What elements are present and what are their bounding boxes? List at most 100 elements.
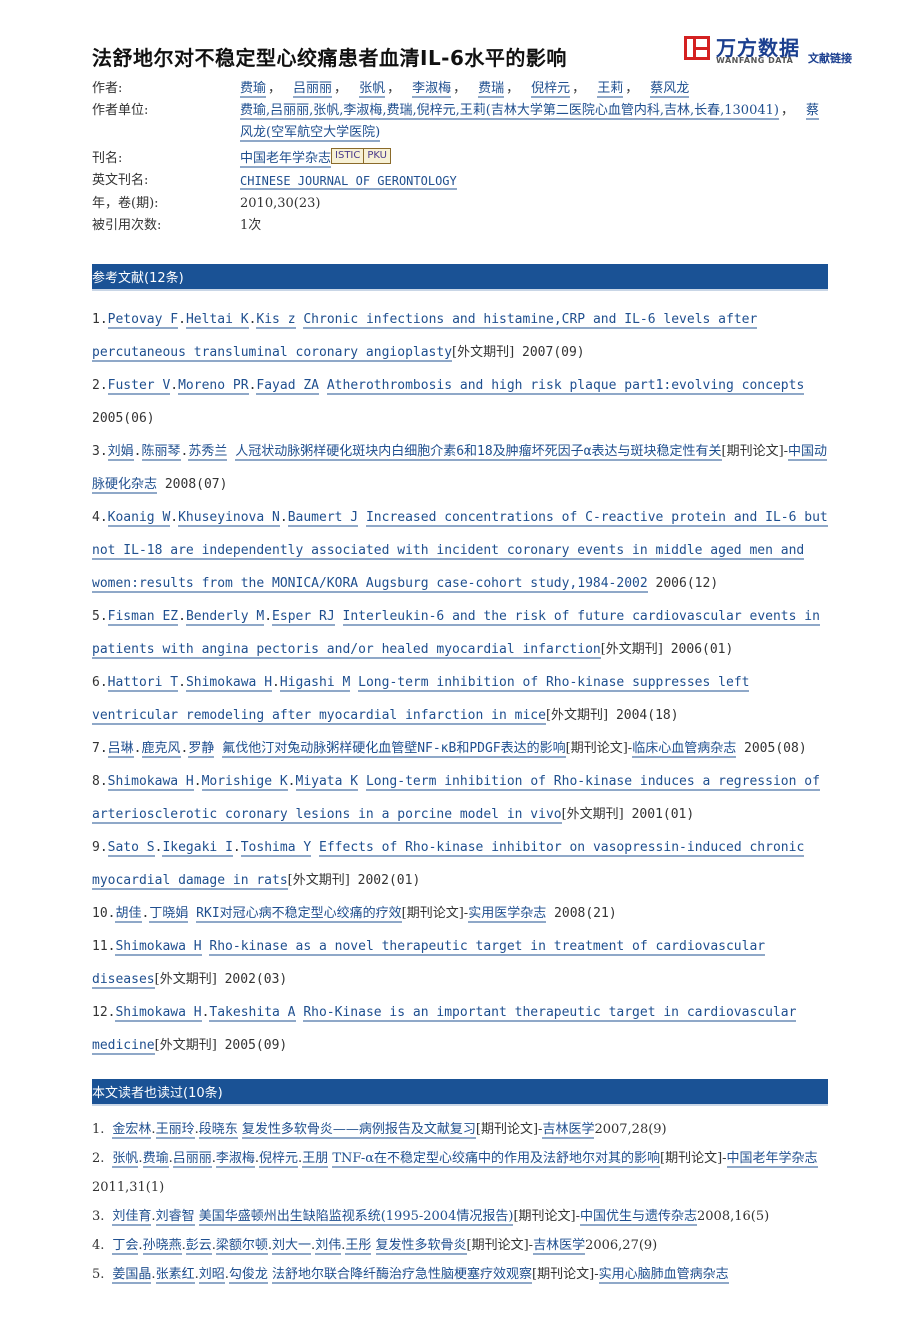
author-link[interactable]: Moreno PR bbox=[178, 378, 249, 395]
literature-link[interactable]: 文献链接 bbox=[808, 50, 852, 66]
author-link[interactable]: 张素红 bbox=[155, 1267, 195, 1284]
author-link[interactable]: 彭云 bbox=[185, 1238, 212, 1255]
author-link[interactable]: 苏秀兰 bbox=[188, 444, 228, 461]
author-link[interactable]: Ikegaki I bbox=[162, 840, 233, 857]
source-link[interactable]: 吉林医学 bbox=[533, 1238, 586, 1255]
publication-type: [外文期刊] bbox=[287, 873, 350, 888]
author-link[interactable]: 刘伟 bbox=[315, 1238, 342, 1255]
title-link[interactable]: 复发性多软骨炎——病例报告及文献复习 bbox=[241, 1122, 476, 1139]
affiliation-label: 作者单位: bbox=[92, 103, 149, 118]
author-link[interactable]: 吕丽丽 bbox=[293, 81, 333, 98]
author-link[interactable]: Takeshita A bbox=[209, 1005, 296, 1022]
source-link[interactable]: 中国老年学杂志 bbox=[726, 1151, 818, 1168]
title-link[interactable]: 美国华盛顿州出生缺陷监视系统(1995-2004情况报告) bbox=[198, 1209, 514, 1226]
author-link[interactable]: Toshima Y bbox=[240, 840, 312, 857]
author-separator: . bbox=[264, 609, 273, 624]
author-link[interactable]: 王朋 bbox=[302, 1151, 329, 1168]
publication-date: 2007(09) bbox=[522, 345, 585, 360]
author-link[interactable]: 金宏林 bbox=[112, 1122, 152, 1139]
author-link[interactable]: Fayad ZA bbox=[256, 378, 320, 395]
author-link[interactable]: Benderly M bbox=[185, 609, 265, 626]
title-link[interactable]: 氟伐他汀对兔动脉粥样硬化血管壁NF-κB和PDGF表达的影响 bbox=[222, 741, 566, 758]
journal-link[interactable]: 中国老年学杂志 bbox=[240, 151, 332, 168]
author-link[interactable]: Shimokawa H bbox=[185, 675, 273, 692]
author-link[interactable]: 梁额尔顿 bbox=[215, 1238, 268, 1255]
publication-date: 2011,31(1) bbox=[92, 1180, 165, 1195]
author-link[interactable]: Heltai K bbox=[185, 312, 249, 329]
author-link[interactable]: 吕丽丽 bbox=[172, 1151, 212, 1168]
publication-type: [外文期刊] bbox=[561, 807, 624, 822]
list-item: 11.Shimokawa H Rho-kinase as a novel the… bbox=[92, 930, 828, 996]
publication-type: [期刊论文]- bbox=[532, 1267, 599, 1282]
title-link[interactable]: 人冠状动脉粥样硬化斑块内白细胞介素6和18及肿瘤坏死因子α表达与斑块稳定性有关 bbox=[235, 444, 722, 461]
author-link[interactable]: 王莉 bbox=[597, 81, 624, 98]
author-link[interactable]: 吕琳 bbox=[107, 741, 134, 758]
title-link[interactable]: Atherothrombosis and high risk plaque pa… bbox=[326, 378, 805, 395]
author-link[interactable]: 孙晓燕 bbox=[142, 1238, 182, 1255]
author-link[interactable]: 王丽玲 bbox=[155, 1122, 195, 1139]
author-link[interactable]: 王彤 bbox=[345, 1238, 372, 1255]
author-link[interactable]: 刘娟 bbox=[107, 444, 134, 461]
author-link[interactable]: 张帆 bbox=[112, 1151, 139, 1168]
author-link[interactable]: Miyata K bbox=[295, 774, 359, 791]
affiliation-separator: ， bbox=[780, 103, 794, 118]
author-link[interactable]: 姜国晶 bbox=[112, 1267, 152, 1284]
author-link[interactable]: Shimokawa H bbox=[107, 774, 194, 791]
author-link[interactable]: 刘大一 bbox=[272, 1238, 312, 1255]
author-link[interactable]: 胡佳 bbox=[115, 906, 142, 923]
author-separator: . bbox=[272, 675, 280, 690]
affiliation-link-1[interactable]: 费瑜,吕丽丽,张帆,李淑梅,费瑞,倪梓元,王莉(吉林大学第二医院心血管内科,吉林… bbox=[240, 103, 779, 120]
title-link[interactable]: TNF-α在不稳定型心绞痛中的作用及法舒地尔对其的影响 bbox=[332, 1151, 660, 1168]
title-link[interactable]: 复发性多软骨炎 bbox=[375, 1238, 467, 1255]
author-link[interactable]: 倪梓元 bbox=[531, 81, 571, 98]
author-link[interactable]: Sato S bbox=[107, 840, 155, 857]
wanfang-logo[interactable]: 万方数据 WANFANG DATA 文献链接 bbox=[684, 36, 864, 72]
source-link[interactable]: 临床心血管病杂志 bbox=[632, 741, 737, 758]
author-link[interactable]: 勾俊龙 bbox=[228, 1267, 268, 1284]
author-link[interactable]: Fisman EZ bbox=[107, 609, 179, 626]
author-separator: . bbox=[170, 378, 179, 393]
author-link[interactable]: Shimokawa H bbox=[115, 939, 202, 956]
author-link[interactable]: 罗静 bbox=[188, 741, 215, 758]
author-link[interactable]: Petovay F bbox=[107, 312, 179, 329]
item-number: 6. bbox=[92, 675, 108, 690]
source-link[interactable]: 中国优生与遗传杂志 bbox=[579, 1209, 697, 1226]
source-link[interactable]: 实用医学杂志 bbox=[468, 906, 547, 923]
author-link[interactable]: 张帆 bbox=[359, 81, 386, 98]
author-link[interactable]: Hattori T bbox=[107, 675, 179, 692]
author-link[interactable]: Kis z bbox=[256, 312, 296, 329]
author-link[interactable]: 费瑜 bbox=[142, 1151, 169, 1168]
author-link[interactable]: Khuseyinova N bbox=[178, 510, 280, 527]
author-link[interactable]: 李淑梅 bbox=[215, 1151, 255, 1168]
author-link[interactable]: 刘佳育 bbox=[112, 1209, 152, 1226]
author-link[interactable]: Shimokawa H bbox=[115, 1005, 202, 1022]
title-link[interactable]: RKI对冠心病不稳定型心绞痛的疗效 bbox=[196, 906, 402, 923]
author-link[interactable]: 费瑜 bbox=[240, 81, 267, 98]
author-link[interactable]: 鹿克风 bbox=[141, 741, 181, 758]
author-separator: ， bbox=[506, 81, 520, 96]
author-link[interactable]: Higashi M bbox=[279, 675, 351, 692]
list-item: 12.Shimokawa H.Takeshita A Rho-Kinase is… bbox=[92, 996, 828, 1062]
author-link[interactable]: Koanig W bbox=[107, 510, 171, 527]
source-link[interactable]: 实用心脑肺血管病杂志 bbox=[598, 1267, 729, 1284]
source-link[interactable]: 吉林医学 bbox=[542, 1122, 595, 1139]
logo-en-text: WANFANG DATA bbox=[716, 56, 794, 65]
author-link[interactable]: 丁会 bbox=[112, 1238, 139, 1255]
author-link[interactable]: 李淑梅 bbox=[412, 81, 452, 98]
author-link[interactable]: 刘睿智 bbox=[155, 1209, 195, 1226]
title-link[interactable]: 法舒地尔联合降纤酶治疗急性脑梗塞疗效观察 bbox=[272, 1267, 533, 1284]
author-link[interactable]: 丁晓娟 bbox=[149, 906, 189, 923]
author-link[interactable]: Fuster V bbox=[107, 378, 171, 395]
author-link[interactable]: 费瑞 bbox=[478, 81, 505, 98]
author-link[interactable]: 蔡风龙 bbox=[650, 81, 690, 98]
author-link[interactable]: 刘昭 bbox=[198, 1267, 225, 1284]
author-link[interactable]: Esper RJ bbox=[272, 609, 335, 626]
author-link[interactable]: 陈丽琴 bbox=[141, 444, 181, 461]
item-number: 1. bbox=[92, 1122, 105, 1137]
author-link[interactable]: 倪梓元 bbox=[259, 1151, 299, 1168]
author-link[interactable]: 段晓东 bbox=[198, 1122, 238, 1139]
en-journal-link[interactable]: CHINESE JOURNAL OF GERONTOLOGY bbox=[240, 174, 457, 190]
publication-type: [期刊论文]- bbox=[513, 1209, 580, 1224]
author-link[interactable]: Morishige K bbox=[201, 774, 288, 791]
author-link[interactable]: Baumert J bbox=[287, 510, 359, 527]
